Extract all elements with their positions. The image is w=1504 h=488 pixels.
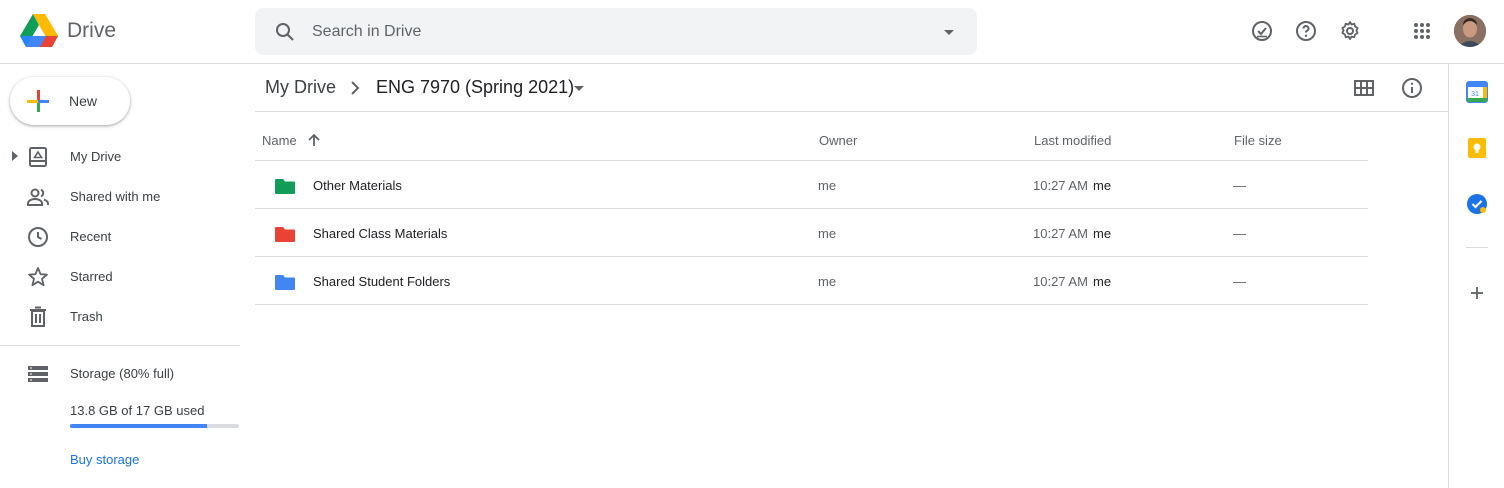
owner: me [818,178,837,193]
nav-item-recent[interactable]: Recent [0,220,240,252]
last-modified-time: 10:27 AM [1033,178,1088,193]
new-button-label: New [69,93,98,109]
folder-icon [275,179,295,194]
chevron-right-icon [351,81,360,95]
app-name[interactable]: Drive [67,19,116,43]
file-name: Shared Student Folders [313,274,451,289]
account-avatar[interactable] [1454,15,1486,47]
help-icon[interactable] [1294,19,1318,43]
trash-icon [30,306,46,327]
search-options-icon[interactable] [937,20,961,44]
nav-item-storage[interactable]: Storage (80% full) [0,357,240,389]
file-size: — [1233,178,1246,193]
table-row[interactable]: Shared Student Folders me 10:27 AM me — [255,257,1368,305]
drive-logo-icon[interactable] [20,13,58,49]
storage-label: Storage (80% full) [70,366,175,381]
my-drive-icon [29,147,47,167]
search-icon[interactable] [273,20,297,44]
nav-label: Recent [70,229,112,244]
side-panel: 31 [1448,64,1504,488]
sort-arrow-up-icon[interactable] [307,132,321,148]
column-header-name[interactable]: Name [262,133,297,148]
nav-label: Starred [70,269,113,284]
add-addon-icon[interactable] [1466,282,1488,304]
last-modified-by: me [1093,274,1112,289]
table-row[interactable]: Shared Class Materials me 10:27 AM me — [255,209,1368,257]
calendar-icon[interactable]: 31 [1466,81,1488,103]
breadcrumb-current[interactable]: ENG 7970 (Spring 2021) [376,77,574,98]
last-modified-time: 10:27 AM [1033,226,1088,241]
people-icon [27,188,49,206]
storage-progress-fill [70,424,207,428]
column-header-owner[interactable]: Owner [819,133,857,148]
last-modified-time: 10:27 AM [1033,274,1088,289]
grid-view-icon[interactable] [1352,76,1376,100]
nav-item-shared-with-me[interactable]: Shared with me [0,180,240,212]
owner: me [818,226,837,241]
folder-icon [275,227,295,242]
keep-icon[interactable] [1466,137,1488,159]
info-icon[interactable] [1400,76,1424,100]
search-bar[interactable] [255,8,977,55]
ready-for-offline-icon[interactable] [1250,19,1274,43]
tasks-icon[interactable] [1466,193,1488,215]
breadcrumb: My Drive ENG 7970 (Spring 2021) [255,64,1448,112]
file-size: — [1233,274,1246,289]
column-header-file-size[interactable]: File size [1234,133,1282,148]
nav-divider [0,345,240,346]
last-modified-by: me [1093,226,1112,241]
nav-label: Trash [70,309,103,324]
folder-icon [275,275,295,290]
side-panel-divider [1466,247,1488,248]
top-bar: Drive [0,0,1504,64]
file-size: — [1233,226,1246,241]
clock-icon [28,227,48,247]
star-icon [28,267,48,287]
chevron-down-icon[interactable] [569,78,589,98]
table-row[interactable]: Other Materials me 10:27 AM me — [255,161,1368,209]
main-content: My Drive ENG 7970 (Spring 2021) Name Own… [255,64,1448,488]
breadcrumb-root[interactable]: My Drive [265,77,336,98]
last-modified-by: me [1093,178,1112,193]
new-button[interactable]: New [10,77,130,125]
svg-text:31: 31 [1471,91,1479,98]
nav-label: Shared with me [70,189,161,204]
column-header-last-modified[interactable]: Last modified [1034,133,1111,148]
plus-icon [27,90,49,112]
buy-storage-link[interactable]: Buy storage [70,452,139,467]
nav-item-trash[interactable]: Trash [0,300,240,332]
storage-usage-text: 13.8 GB of 17 GB used [70,403,205,418]
storage-progress-bar [70,424,239,428]
nav-item-starred[interactable]: Starred [0,260,240,292]
expand-caret-icon[interactable] [10,150,20,162]
search-input[interactable] [312,20,912,44]
nav-label: My Drive [70,149,122,164]
settings-icon[interactable] [1338,19,1362,43]
left-nav: New My Drive Shared with me Recent Starr… [0,64,255,488]
file-name: Shared Class Materials [313,226,448,241]
owner: me [818,274,837,289]
apps-grid-icon[interactable] [1410,19,1434,43]
nav-item-my-drive[interactable]: My Drive [0,140,240,172]
file-name: Other Materials [313,178,402,193]
storage-icon [28,366,48,382]
